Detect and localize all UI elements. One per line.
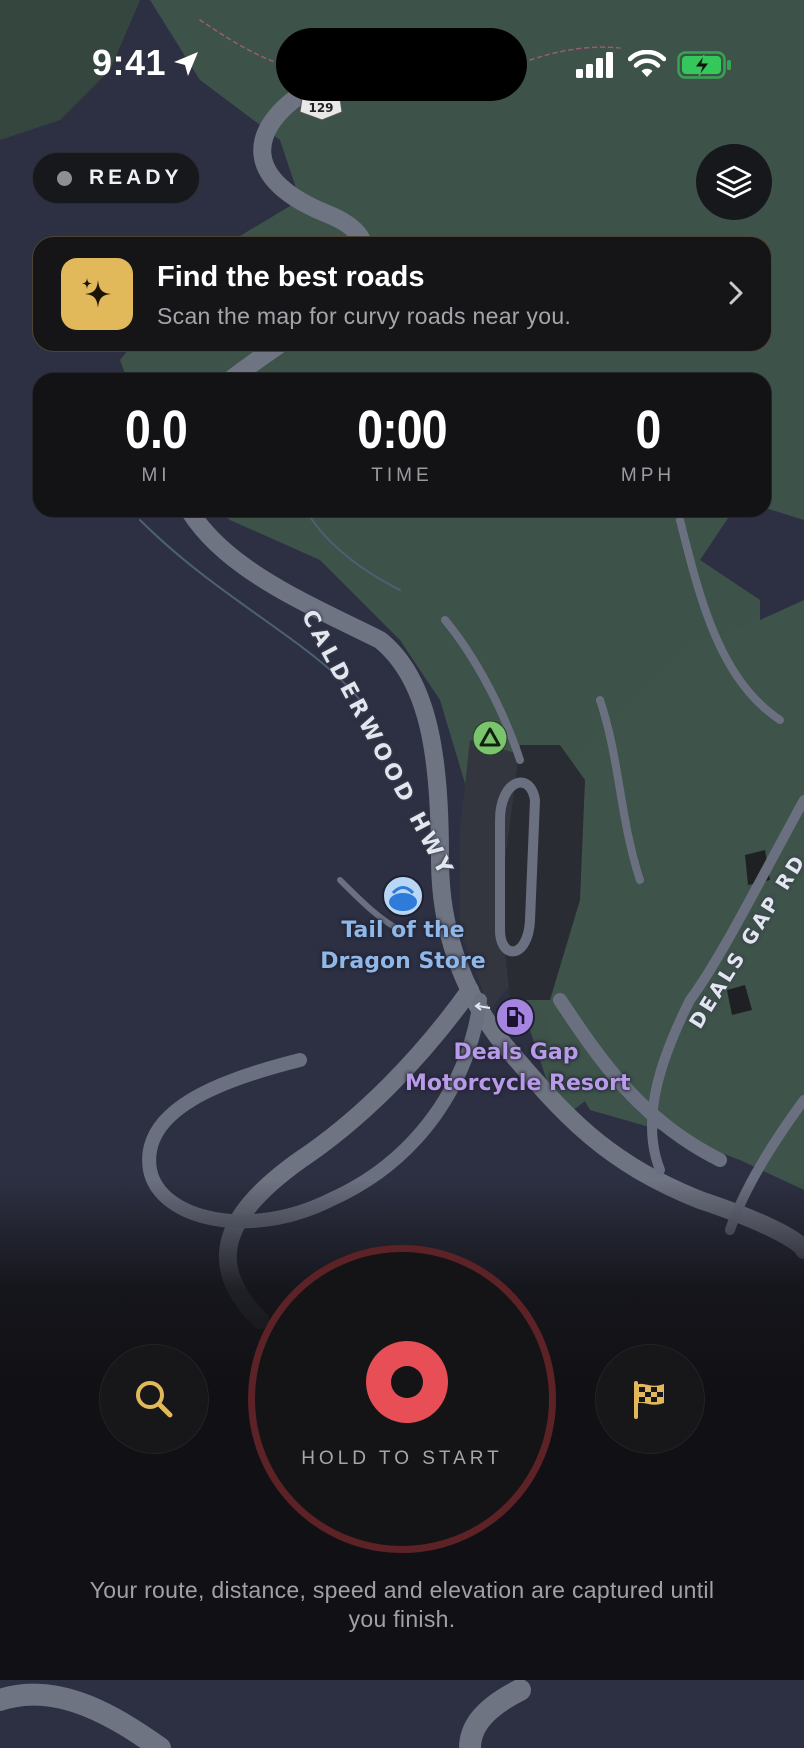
- wifi-icon: [628, 50, 666, 77]
- sparkle-icon: [61, 258, 133, 330]
- poi-label-resort-line2: Motorcycle Resort: [405, 1071, 631, 1096]
- trip-stats-card: 0.0 MI 0:00 TIME 0 MPH: [32, 372, 772, 518]
- finish-button[interactable]: [595, 1344, 705, 1454]
- poi-label-store-line2: Dragon Store: [320, 949, 486, 974]
- cellular-signal-icon: [576, 52, 613, 78]
- search-icon: [136, 1381, 173, 1418]
- poi-label-store[interactable]: Tail of the Dragon Store: [303, 915, 503, 977]
- store-marker[interactable]: [382, 875, 424, 917]
- stat-speed-label: MPH: [620, 465, 676, 486]
- poi-label-resort[interactable]: Deals Gap Motorcycle Resort: [405, 1037, 631, 1099]
- layers-icon: [716, 165, 752, 199]
- stat-distance: 0.0 MI: [56, 373, 256, 487]
- stat-speed: 0 MPH: [548, 373, 748, 487]
- status-pill: READY: [32, 152, 200, 204]
- find-roads-card[interactable]: Find the best roads Scan the map for cur…: [32, 236, 772, 352]
- campground-marker[interactable]: [472, 720, 508, 756]
- hold-to-start-button[interactable]: HOLD TO START: [248, 1245, 556, 1553]
- stat-time: 0:00 TIME: [302, 373, 502, 487]
- checkered-flag-icon: [634, 1381, 664, 1419]
- stat-time-label: TIME: [371, 465, 433, 486]
- chevron-right-icon: [729, 281, 743, 305]
- battery-charging-icon: [677, 51, 731, 79]
- stat-speed-value: 0: [635, 400, 662, 460]
- status-label: READY: [89, 166, 183, 189]
- search-button[interactable]: [99, 1344, 209, 1454]
- dynamic-island: [276, 28, 527, 101]
- status-dot: [57, 170, 72, 186]
- recording-info-text: Your route, distance, speed and elevatio…: [89, 1577, 715, 1632]
- status-time: 9:41: [92, 42, 167, 83]
- poi-label-store-line1: Tail of the: [341, 918, 465, 943]
- stat-time-value: 0:00: [357, 400, 447, 460]
- stat-distance-value: 0.0: [124, 400, 188, 460]
- map-layers-button[interactable]: [696, 144, 772, 220]
- status-bar: 9:41: [0, 0, 804, 130]
- stat-distance-label: MI: [141, 465, 171, 486]
- find-roads-subtitle: Scan the map for curvy roads near you.: [157, 303, 572, 329]
- record-icon: [366, 1341, 448, 1423]
- poi-label-resort-line1: Deals Gap: [453, 1040, 579, 1065]
- fuel-marker[interactable]: [495, 997, 535, 1037]
- location-arrow-icon: [174, 52, 198, 76]
- find-roads-title: Find the best roads: [157, 261, 425, 293]
- hold-to-start-label: HOLD TO START: [301, 1448, 503, 1469]
